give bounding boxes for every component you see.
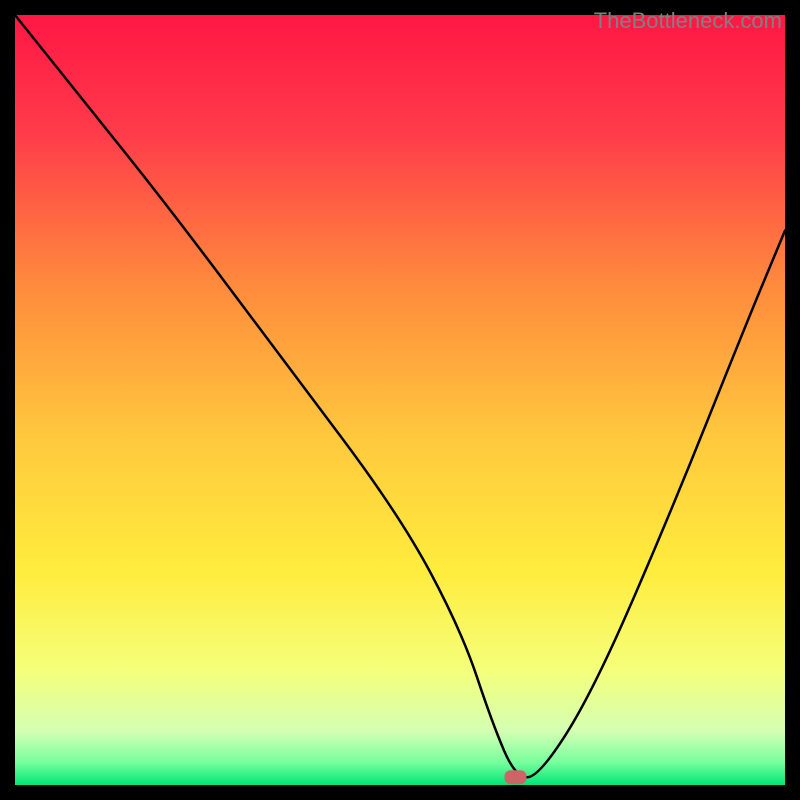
chart-plot-area (15, 15, 785, 785)
chart-background-gradient (15, 15, 785, 785)
optimal-point-marker (505, 770, 527, 784)
chart-svg (15, 15, 785, 785)
watermark-text: TheBottleneck.com (594, 8, 782, 34)
